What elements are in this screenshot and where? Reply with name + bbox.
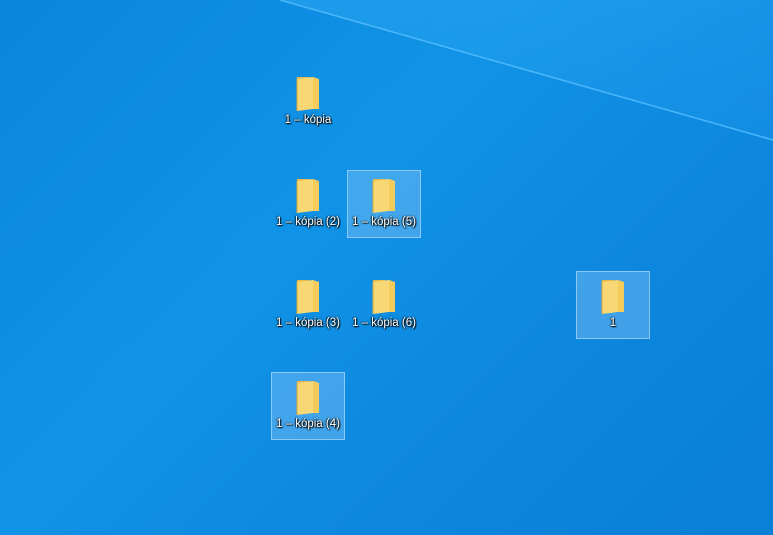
desktop-icon-folder-1-kopia[interactable]: 1 – kópia <box>271 68 345 136</box>
desktop-icon-label: 1 – kópia (4) <box>276 418 340 430</box>
desktop-icon-folder-1-kopia-6[interactable]: 1 – kópia (6) <box>347 271 421 339</box>
desktop-icon-label: 1 – kópia <box>284 114 332 126</box>
folder-icon <box>601 280 624 314</box>
desktop[interactable]: 1 – kópia 1 – kópia (2) 1 – kópia (5) 1 … <box>0 0 773 535</box>
desktop-icon-folder-1-kopia-5[interactable]: 1 – kópia (5) <box>347 170 421 238</box>
desktop-icon-label: 1 – kópia (3) <box>276 317 340 329</box>
folder-icon <box>296 280 319 314</box>
folder-icon <box>296 77 319 111</box>
folder-icon <box>372 280 395 314</box>
desktop-icon-label: 1 – kópia (2) <box>276 216 340 228</box>
desktop-icon-label: 1 – kópia (5) <box>352 216 416 228</box>
desktop-icon-folder-1-kopia-2[interactable]: 1 – kópia (2) <box>271 170 345 238</box>
folder-icon <box>296 179 319 213</box>
desktop-icon-folder-1[interactable]: 1 <box>576 271 650 339</box>
desktop-icon-label: 1 <box>609 317 617 329</box>
desktop-icon-folder-1-kopia-4[interactable]: 1 – kópia (4) <box>271 372 345 440</box>
desktop-icon-folder-1-kopia-3[interactable]: 1 – kópia (3) <box>271 271 345 339</box>
folder-icon <box>296 381 319 415</box>
folder-icon <box>372 179 395 213</box>
wallpaper-light-beam <box>279 0 773 141</box>
desktop-icon-label: 1 – kópia (6) <box>352 317 416 329</box>
